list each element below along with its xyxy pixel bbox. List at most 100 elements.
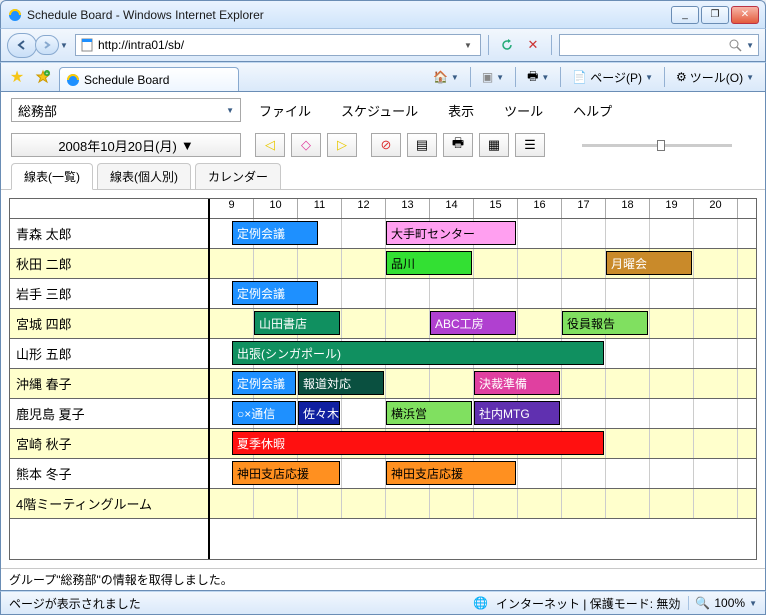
search-input[interactable] (564, 38, 724, 52)
tool-button-1[interactable]: ⊘ (371, 133, 401, 157)
group-select[interactable]: 総務部 ▼ (11, 98, 241, 122)
person-row[interactable]: 熊本 冬子 (10, 459, 208, 489)
hour-header: 9 (210, 199, 254, 218)
hour-header: 11 (298, 199, 342, 218)
event-block[interactable]: 出張(シンガポール) (232, 341, 604, 365)
grid-row[interactable]: 山田書店 ABC工房 役員報告 (210, 309, 756, 339)
event-block[interactable]: 神田支店応援 (386, 461, 516, 485)
event-block[interactable]: 山田書店 (254, 311, 340, 335)
stop-button[interactable]: ✕ (522, 34, 544, 56)
back-button[interactable] (7, 33, 37, 58)
nav-history-dropdown[interactable]: ▼ (57, 33, 71, 58)
menu-file[interactable]: ファイル (253, 99, 317, 122)
zoom-value: 100% (714, 596, 745, 610)
grid-row[interactable]: ○×通信佐々木 横浜営社内MTG (210, 399, 756, 429)
tab-individual-view[interactable]: 線表(個人別) (97, 163, 191, 189)
search-dropdown-icon[interactable]: ▼ (746, 41, 754, 50)
grid-row[interactable]: 出張(シンガポール) (210, 339, 756, 369)
grid-cell (342, 459, 386, 488)
person-row[interactable]: 沖縄 春子 (10, 369, 208, 399)
grid-row[interactable] (210, 489, 756, 519)
address-bar-row: ▼ http://intra01/sb/ ▼ ✕ ▼ (0, 28, 766, 62)
grid-cell (518, 279, 562, 308)
grid-row[interactable]: 定例会議 (210, 279, 756, 309)
event-block[interactable]: 定例会議 (232, 221, 318, 245)
search-box[interactable]: ▼ (559, 34, 759, 56)
grid-cell (562, 369, 606, 398)
refresh-button[interactable] (496, 34, 518, 56)
person-row[interactable]: 岩手 三郎 (10, 279, 208, 309)
print-button[interactable]: 🖶▼ (522, 66, 554, 88)
tool-button-2[interactable]: ▤ (407, 133, 437, 157)
event-block[interactable]: 月曜会 (606, 251, 692, 275)
event-block[interactable]: 夏季休暇 (232, 431, 604, 455)
zoom-slider[interactable] (559, 144, 755, 147)
grid-row[interactable]: 夏季休暇 (210, 429, 756, 459)
grid-cell (474, 489, 518, 518)
favorites-icon[interactable]: ★ (7, 67, 27, 87)
forward-button[interactable] (35, 35, 59, 55)
event-block[interactable]: 決裁準備 (474, 371, 560, 395)
grid-row[interactable]: 神田支店応援 神田支店応援 (210, 459, 756, 489)
grid-row[interactable]: 定例会議 大手町センター (210, 219, 756, 249)
tab-list-view[interactable]: 線表(一覧) (11, 163, 93, 190)
hour-header: 20 (694, 199, 738, 218)
tab-calendar-view[interactable]: カレンダー (195, 163, 281, 189)
person-row[interactable]: 山形 五郎 (10, 339, 208, 369)
event-block[interactable]: 品川 (386, 251, 472, 275)
grid-cell (386, 279, 430, 308)
rss-button[interactable]: ▣▼ (477, 66, 509, 88)
person-row[interactable]: 青森 太郎 (10, 219, 208, 249)
person-row[interactable]: 秋田 二郎 (10, 249, 208, 279)
menu-help[interactable]: ヘルプ (567, 99, 618, 122)
browser-tab[interactable]: Schedule Board (59, 67, 239, 91)
event-block[interactable]: 定例会議 (232, 281, 318, 305)
event-block[interactable]: 神田支店応援 (232, 461, 340, 485)
slider-thumb[interactable] (657, 140, 665, 151)
group-selected-value: 総務部 (18, 101, 57, 120)
search-icon[interactable] (728, 38, 742, 52)
address-dropdown-icon[interactable]: ▼ (460, 41, 476, 50)
close-button[interactable]: ✕ (731, 6, 759, 24)
person-row[interactable]: 4階ミーティングルーム (10, 489, 208, 519)
today-button[interactable]: ◇ (291, 133, 321, 157)
person-row[interactable]: 宮崎 秋子 (10, 429, 208, 459)
grid-row[interactable]: 定例会議報道対応 決裁準備 (210, 369, 756, 399)
status-text: ページが表示されました (9, 595, 141, 612)
grid-cell (562, 459, 606, 488)
prev-day-button[interactable]: ◁ (255, 133, 285, 157)
event-block[interactable]: 横浜営 (386, 401, 472, 425)
list-view-button[interactable]: ☰ (515, 133, 545, 157)
person-row[interactable]: 鹿児島 夏子 (10, 399, 208, 429)
maximize-button[interactable]: ❐ (701, 6, 729, 24)
event-block[interactable]: 報道対応 (298, 371, 384, 395)
person-row[interactable]: 宮城 四郎 (10, 309, 208, 339)
app-print-button[interactable]: 🖶 (443, 133, 473, 157)
event-block[interactable]: 定例会議 (232, 371, 296, 395)
grid-row[interactable]: 品川 月曜会 (210, 249, 756, 279)
grid-cell (562, 249, 606, 278)
tab-title: Schedule Board (84, 73, 169, 87)
event-block[interactable]: ABC工房 (430, 311, 516, 335)
event-block[interactable]: 佐々木 (298, 401, 340, 425)
add-favorite-icon[interactable]: + (33, 67, 53, 87)
event-block[interactable]: 大手町センター (386, 221, 516, 245)
page-content: 総務部 ▼ ファイル スケジュール 表示 ツール ヘルプ 2008年10月20日… (0, 92, 766, 591)
date-picker[interactable]: 2008年10月20日(月) ▼ (11, 133, 241, 157)
event-block[interactable]: ○×通信 (232, 401, 296, 425)
event-block[interactable]: 社内MTG (474, 401, 560, 425)
tools-menu[interactable]: ⚙ツール(O)▼ (671, 66, 759, 88)
menu-tools[interactable]: ツール (498, 99, 549, 122)
menu-schedule[interactable]: スケジュール (335, 99, 424, 122)
page-menu[interactable]: 📄ページ(P)▼ (567, 66, 658, 88)
minimize-button[interactable]: _ (671, 6, 699, 24)
address-bar[interactable]: http://intra01/sb/ ▼ (75, 34, 481, 56)
time-grid[interactable]: 91011121314151617181920 定例会議大手町センター品川月曜会… (210, 199, 756, 559)
menu-view[interactable]: 表示 (442, 99, 480, 122)
zoom-control[interactable]: 🔍 100% ▼ (688, 596, 757, 610)
grid-cell (430, 279, 474, 308)
grid-view-button[interactable]: ▦ (479, 133, 509, 157)
home-button[interactable]: 🏠▼ (428, 66, 464, 88)
event-block[interactable]: 役員報告 (562, 311, 648, 335)
next-day-button[interactable]: ▷ (327, 133, 357, 157)
